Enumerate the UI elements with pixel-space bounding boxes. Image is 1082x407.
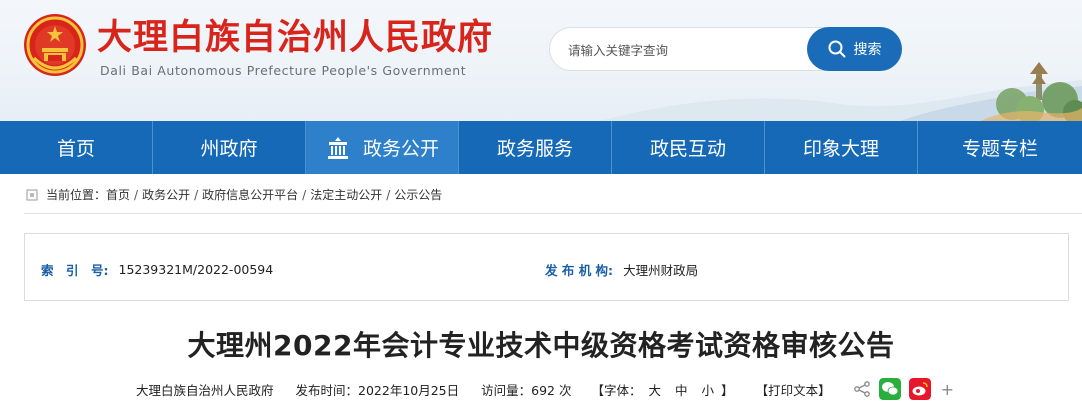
nav-item-label: 印象大理	[802, 138, 879, 160]
breadcrumb-separator: /	[134, 187, 139, 202]
article-views: 访问量：692 次	[481, 382, 572, 398]
site-header: 大理白族自治州人民政府 Dali Bai Autonomous Prefectu…	[0, 0, 1082, 121]
publisher-row: 发 布 机 构: 大理州财政局	[545, 260, 698, 279]
nav-item-government[interactable]: 州政府	[153, 121, 306, 174]
search-button-label: 搜索	[853, 42, 882, 58]
nav-item-impression-dali[interactable]: 印象大理	[765, 121, 918, 174]
nav-item-label: 首页	[56, 138, 95, 160]
publisher-label: 发 布 机 构:	[545, 263, 614, 278]
breadcrumb-item-home[interactable]: 首页	[106, 186, 130, 203]
more-share-button[interactable]: +	[941, 380, 954, 399]
nav-item-label: 专题专栏	[961, 138, 1038, 160]
article-title: 大理州2022年会计专业技术中级资格考试资格审核公告	[187, 329, 895, 362]
national-emblem-icon	[24, 14, 86, 76]
breadcrumb-item-info-platform[interactable]: 政府信息公开平台	[202, 186, 298, 203]
article-source: 大理白族自治州人民政府	[136, 382, 274, 398]
nav-item-label: 政务服务	[496, 138, 573, 160]
search-button[interactable]: 搜索	[807, 27, 902, 71]
search-icon	[828, 40, 845, 58]
font-size-prefix: 【字体：	[591, 382, 642, 398]
font-size-suffix: 】	[721, 382, 734, 398]
search-input[interactable]	[568, 39, 798, 61]
share-icon[interactable]	[853, 380, 871, 398]
nav-item-interaction[interactable]: 政民互动	[612, 121, 765, 174]
print-button[interactable]: 【打印文本】	[756, 380, 831, 399]
nav-item-label: 州政府	[200, 138, 258, 160]
breadcrumb-item-statutory-disclosure[interactable]: 法定主动公开	[310, 186, 382, 203]
document-info-box: 索 引 号: 15239321M/2022-00594 发 布 机 构: 大理州…	[24, 233, 1069, 301]
weibo-share-icon[interactable]	[908, 378, 931, 400]
location-icon	[26, 189, 38, 200]
nav-item-public-affairs[interactable]: 政务公开	[306, 121, 459, 174]
page: 大理白族自治州人民政府 Dali Bai Autonomous Prefectu…	[0, 0, 1082, 407]
breadcrumb-separator: /	[386, 187, 391, 202]
nav-item-government-services[interactable]: 政务服务	[459, 121, 612, 174]
article-publish-time: 发布时间：2022年10月25日	[295, 382, 460, 398]
index-number-value: 15239321M/2022-00594	[118, 262, 274, 277]
font-size-large[interactable]: 大	[649, 380, 662, 399]
font-size-medium[interactable]: 中	[675, 380, 688, 399]
main-nav: 首页 州政府 政务公开 政务服务 政民互动 印象大理 专题专栏	[0, 121, 1082, 174]
nav-item-label: 政民互动	[649, 138, 726, 160]
government-building-icon	[327, 136, 348, 159]
publisher-value: 大理州财政局	[623, 263, 699, 278]
breadcrumb-prefix: 当前位置：	[46, 188, 107, 202]
article-meta: 大理白族自治州人民政府 发布时间：2022年10月25日 访问量：692 次 【…	[136, 378, 954, 400]
index-number-row: 索 引 号: 15239321M/2022-00594	[41, 260, 273, 279]
breadcrumb: 当前位置： 首页 / 政务公开 / 政府信息公开平台 / 法定主动公开 / 公示…	[26, 186, 442, 203]
font-size-small[interactable]: 小	[702, 380, 715, 399]
site-title: 大理白族自治州人民政府	[97, 18, 494, 58]
wechat-share-icon[interactable]	[878, 378, 901, 400]
site-subtitle: Dali Bai Autonomous Prefecture People's …	[100, 63, 467, 78]
nav-item-special-topics[interactable]: 专题专栏	[918, 121, 1082, 174]
breadcrumb-bar: 当前位置： 首页 / 政务公开 / 政府信息公开平台 / 法定主动公开 / 公示…	[24, 178, 1082, 214]
index-number-label: 索 引 号:	[41, 263, 109, 278]
breadcrumb-item-announcements[interactable]: 公示公告	[394, 186, 442, 203]
nav-item-label: 政务公开	[362, 138, 439, 160]
breadcrumb-item-public-affairs[interactable]: 政务公开	[142, 186, 190, 203]
search-box: 搜索	[549, 27, 902, 71]
breadcrumb-separator: /	[302, 187, 307, 202]
breadcrumb-separator: /	[194, 187, 199, 202]
nav-item-home[interactable]: 首页	[0, 121, 153, 174]
